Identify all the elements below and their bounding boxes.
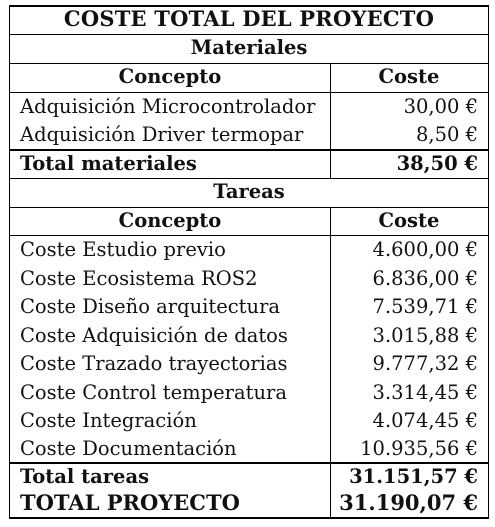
table-row: Coste Estudio previo 4.600,00 € (10, 236, 488, 265)
concept-cell: Coste Control temperatura (20, 380, 287, 404)
materials-heading: Materiales (190, 36, 308, 59)
subtotal-label: Total materiales (20, 152, 197, 175)
concept-cell: Coste Ecosistema ROS2 (20, 266, 258, 290)
tasks-heading: Tareas (213, 180, 285, 203)
column-header-cost: Coste (378, 65, 440, 88)
table-title: COSTE TOTAL DEL PROYECTO (63, 6, 435, 31)
table-row: Coste Integración 4.074,45 € (10, 407, 488, 436)
concept-cell: Coste Estudio previo (20, 238, 226, 261)
subtotal-value: 31.151,57 € (349, 465, 478, 488)
table-row: Adquisición Driver termopar 8,50 € (10, 121, 488, 150)
subtotal-label: Total tareas (20, 465, 150, 488)
subtotal-row: Total tareas 31.151,57 € (10, 463, 488, 492)
concept-cell: Adquisición Driver termopar (20, 123, 304, 146)
column-header-row: Concepto Coste (10, 63, 488, 92)
cost-cell: 4.600,00 € (372, 238, 478, 261)
concept-cell: Adquisición Microcontrolador (20, 95, 316, 118)
cost-table: COSTE TOTAL DEL PROYECTO Materiales Conc… (9, 5, 489, 519)
column-header-concept: Concepto (118, 65, 222, 88)
cost-cell: 10.935,56 € (360, 437, 478, 460)
table-row: Coste Documentación 10.935,56 € (10, 435, 488, 464)
grand-total-label: TOTAL PROYECTO (20, 490, 240, 515)
cost-cell: 3.015,88 € (372, 323, 478, 347)
cost-cell: 8,50 € (415, 123, 478, 146)
concept-cell: Coste Adquisición de datos (20, 323, 288, 347)
cost-cell: 4.074,45 € (372, 409, 478, 432)
cost-cell: 3.314,45 € (372, 380, 478, 404)
section-heading-row: Materiales (10, 34, 488, 63)
concept-cell: Coste Integración (20, 409, 197, 432)
section-heading-row: Tareas (10, 178, 488, 207)
table-row: Coste Control temperatura 3.314,45 € (10, 379, 488, 408)
table-row: Coste Diseño arquitectura 7.539,71 € (10, 293, 488, 322)
cost-cell: 30,00 € (403, 95, 478, 118)
column-header-concept: Concepto (118, 209, 222, 232)
concept-cell: Coste Documentación (20, 437, 237, 460)
cost-cell: 7.539,71 € (372, 295, 478, 318)
cost-cell: 9.777,32 € (372, 352, 478, 375)
table-row: Coste Trazado trayectorias 9.777,32 € (10, 350, 488, 379)
column-header-row: Concepto Coste (10, 207, 488, 236)
table-row: Coste Adquisición de datos 3.015,88 € (10, 322, 488, 351)
table-row: Coste Ecosistema ROS2 6.836,00 € (10, 265, 488, 294)
concept-cell: Coste Trazado trayectorias (20, 352, 288, 375)
cost-cell: 6.836,00 € (372, 266, 478, 290)
concept-cell: Coste Diseño arquitectura (20, 295, 281, 318)
grand-total-row: TOTAL PROYECTO 31.190,07 € (10, 489, 488, 518)
grand-total-value: 31.190,07 € (339, 490, 478, 515)
table-row: Adquisición Microcontrolador 30,00 € (10, 93, 488, 122)
title-row: COSTE TOTAL DEL PROYECTO (10, 5, 488, 34)
subtotal-value: 38,50 € (396, 152, 478, 175)
column-header-cost: Coste (378, 209, 440, 232)
subtotal-row: Total materiales 38,50 € (10, 150, 488, 179)
